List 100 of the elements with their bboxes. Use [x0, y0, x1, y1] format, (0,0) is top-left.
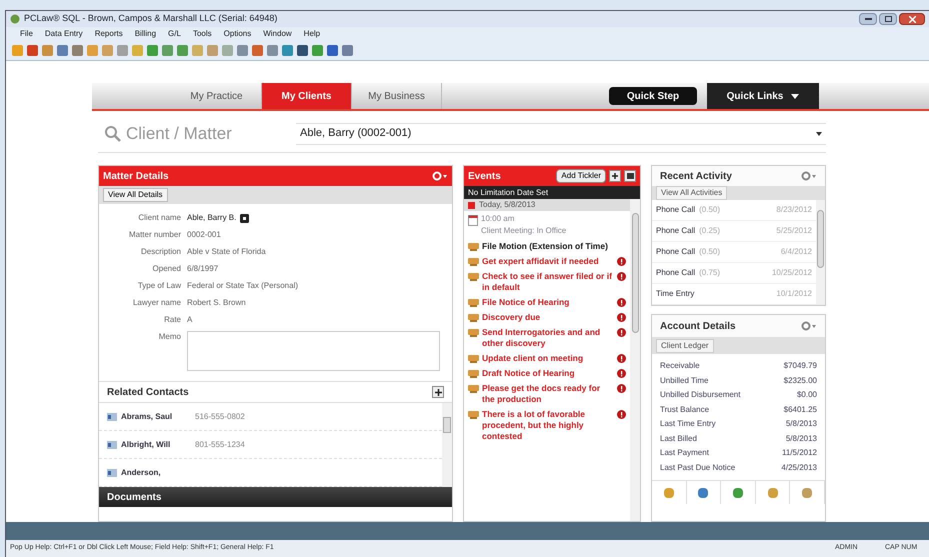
scrollbar[interactable]	[442, 403, 452, 487]
tickler-icon	[468, 384, 479, 393]
tickler-icon	[468, 272, 479, 281]
toolbar-icon[interactable]	[42, 45, 53, 56]
menu-item[interactable]: Billing	[134, 28, 156, 40]
tickler-icon	[468, 242, 479, 251]
menu-item[interactable]: G/L	[168, 28, 181, 40]
contact-name[interactable]: Anderson,	[121, 466, 191, 478]
event-text[interactable]: Check to see if answer filed or if in default	[482, 271, 614, 293]
event-text[interactable]: File Motion (Extension of Time)	[482, 241, 626, 252]
gear-icon[interactable]	[432, 171, 448, 181]
activity-name[interactable]: Phone Call	[656, 225, 696, 237]
add-button[interactable]	[609, 170, 621, 182]
action-icon[interactable]	[802, 488, 812, 498]
action-icon[interactable]	[732, 488, 743, 498]
account-label: Last Payment	[660, 447, 709, 460]
menu-item[interactable]: Reports	[94, 28, 123, 40]
field-label: Opened	[152, 263, 182, 275]
toolbar-icon[interactable]	[327, 45, 338, 56]
contact-name[interactable]: Albright, Will	[121, 438, 191, 450]
scrollbar[interactable]	[816, 200, 825, 305]
nav-tab[interactable]: My Business	[352, 83, 442, 109]
client-ledger-button[interactable]: Client Ledger	[656, 338, 714, 352]
account-value: 5/8/2013	[786, 432, 817, 445]
view-all-activities-button[interactable]: View All Activities	[656, 186, 728, 200]
toolbar-icon[interactable]	[282, 45, 293, 56]
minimize-button[interactable]	[859, 13, 877, 25]
toolbar-icon[interactable]	[267, 45, 278, 56]
field-label: Matter number	[128, 229, 182, 241]
menu-item[interactable]: File	[20, 28, 33, 40]
event-text[interactable]: Draft Notice of Hearing	[482, 368, 614, 379]
quick-links-button[interactable]: Quick Links	[707, 83, 819, 109]
event-text[interactable]: Please get the docs ready for the production	[482, 383, 614, 405]
close-button[interactable]	[899, 13, 925, 25]
add-tickler-button[interactable]: Add Tickler	[556, 169, 606, 183]
quick-step-button[interactable]: Quick Step	[609, 87, 697, 105]
memo-field[interactable]	[187, 331, 440, 371]
gear-icon[interactable]	[801, 321, 817, 331]
account-label: Unbilled Disbursement	[660, 389, 740, 402]
alert-icon	[617, 272, 626, 281]
toolbar-icon[interactable]	[162, 45, 173, 56]
event-text[interactable]: Get expert affidavit if needed	[482, 256, 614, 267]
toolbar-icon[interactable]	[312, 45, 323, 56]
menu-item[interactable]: Data Entry	[44, 28, 83, 40]
action-icon[interactable]	[698, 488, 708, 498]
toolbar-icon[interactable]	[27, 45, 38, 56]
toolbar-icon[interactable]	[177, 45, 188, 56]
account-value: 4/25/2013	[781, 462, 817, 474]
alert-icon	[617, 328, 626, 337]
gear-icon[interactable]	[801, 171, 817, 181]
menu-item[interactable]: Tools	[192, 28, 212, 40]
activity-date: 6/4/2012	[780, 246, 812, 258]
account-label: Last Billed	[660, 432, 697, 445]
activity-hours: (0.50)	[699, 204, 720, 216]
alert-icon	[617, 313, 626, 322]
account-label: Receivable	[660, 360, 700, 372]
menu-item[interactable]: Options	[224, 28, 252, 40]
edit-icon[interactable]	[240, 214, 250, 222]
view-all-details-button[interactable]: View All Details	[103, 188, 168, 202]
client-matter-dropdown[interactable]: Able, Barry (0002-001)	[296, 122, 826, 144]
menu-item[interactable]: Window	[263, 28, 292, 40]
field-label: Rate	[163, 314, 182, 326]
panel-title: Account Details	[660, 320, 736, 334]
event-text[interactable]: There is a lot of favorable procedent, but the highly contested	[482, 409, 614, 442]
alert-icon	[617, 354, 626, 363]
activity-date: 10/1/2012	[776, 288, 812, 300]
toolbar-icon[interactable]	[72, 45, 83, 56]
event-text[interactable]: File Notice of Hearing	[482, 297, 614, 308]
toolbar-icon[interactable]	[147, 45, 158, 56]
activity-name[interactable]: Phone Call	[656, 267, 696, 279]
collapse-icon[interactable]	[468, 202, 475, 208]
event-text[interactable]: Update client on meeting	[482, 353, 614, 364]
scrollbar[interactable]	[630, 199, 640, 521]
toolbar-icon[interactable]	[297, 45, 308, 56]
toolbar-icon[interactable]	[252, 45, 263, 56]
calendar-button[interactable]	[624, 170, 636, 182]
date-heading: Today, 5/8/2013	[479, 199, 536, 211]
activity-name[interactable]: Time Entry	[656, 288, 694, 300]
activity-name[interactable]: Phone Call	[656, 246, 696, 258]
alert-icon	[617, 257, 626, 266]
maximize-button[interactable]	[879, 13, 897, 25]
activity-hours: (0.25)	[699, 225, 720, 237]
field-label: Lawyer name	[132, 297, 182, 309]
activity-name[interactable]: Phone Call	[656, 204, 696, 216]
menu-item[interactable]: Help	[304, 28, 320, 40]
toolbar-icon[interactable]	[237, 45, 248, 56]
toolbar-icon[interactable]	[57, 45, 68, 56]
contact-name[interactable]: Abrams, Saul	[121, 410, 191, 422]
event-text[interactable]: Discovery due	[482, 312, 614, 323]
nav-tab[interactable]: My Clients	[262, 83, 352, 109]
toolbar-icon[interactable]	[342, 45, 353, 56]
search-icon	[104, 124, 122, 142]
activity-hours: (0.75)	[699, 267, 720, 279]
event-text[interactable]: Send Interrogatories and and other discovery	[482, 327, 614, 349]
add-contact-button[interactable]	[432, 386, 444, 398]
action-icon[interactable]	[664, 488, 674, 498]
field-label: Description	[140, 246, 182, 258]
action-icon[interactable]	[768, 488, 778, 498]
panel-title: Events	[468, 170, 502, 184]
account-label: Last Past Due Notice	[660, 462, 736, 474]
